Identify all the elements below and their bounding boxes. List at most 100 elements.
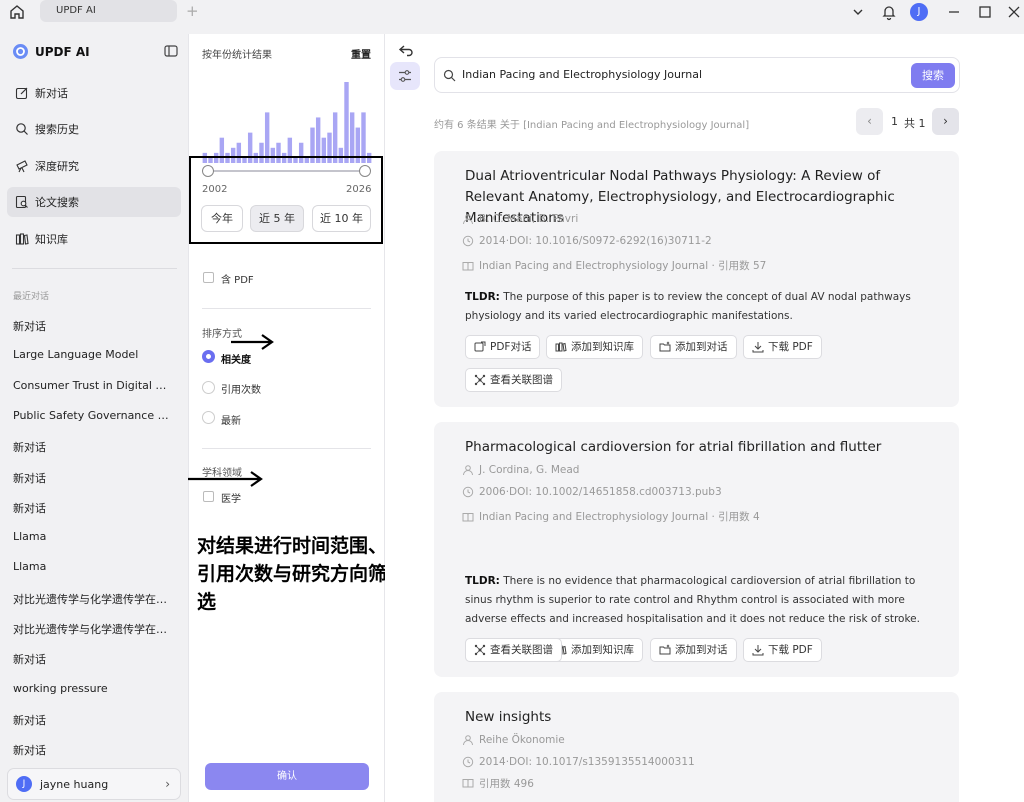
- search-icon: [443, 69, 456, 82]
- sidebar-item-search-history[interactable]: 搜索历史: [7, 114, 181, 144]
- download-icon: [752, 645, 764, 656]
- next-page-button[interactable]: ›: [932, 108, 959, 135]
- paper-title[interactable]: Pharmacological cardioversion for atrial…: [465, 437, 935, 458]
- books-icon: [555, 342, 567, 352]
- folder-plus-icon: [659, 341, 671, 352]
- doi-text: 2014·DOI: 10.1017/s1359135514000311: [479, 756, 695, 768]
- filter-toggle-button[interactable]: [390, 62, 420, 90]
- sidebar-collapse-icon[interactable]: [164, 44, 178, 58]
- search-bar: Indian Pacing and Electrophysiology Jour…: [434, 57, 960, 93]
- tldr-label: TLDR:: [465, 575, 500, 587]
- tab-updf-ai[interactable]: UPDF AI: [40, 0, 177, 22]
- books-icon: [15, 233, 29, 245]
- sort-citations-radio[interactable]: [202, 381, 215, 394]
- user-profile[interactable]: J jayne huang ›: [7, 768, 181, 800]
- journal-text: Indian Pacing and Electrophysiology Jour…: [479, 511, 760, 523]
- confirm-button[interactable]: 确认: [205, 763, 369, 790]
- page-total: 共 1: [904, 117, 926, 130]
- view-graph-button[interactable]: 查看关联图谱: [465, 638, 562, 662]
- download-pdf-button[interactable]: 下载 PDF: [743, 638, 822, 662]
- doi-text: 2006·DOI: 10.1002/14651858.cd003713.pub3: [479, 486, 722, 498]
- sort-newest-radio[interactable]: [202, 411, 215, 424]
- home-icon[interactable]: [8, 3, 26, 21]
- recent-chat-item[interactable]: 新对话: [13, 500, 175, 516]
- pdf-checkbox[interactable]: [203, 272, 214, 283]
- search-input[interactable]: Indian Pacing and Electrophysiology Jour…: [462, 68, 702, 81]
- paper-journal: Indian Pacing and Electrophysiology Jour…: [462, 258, 766, 273]
- bell-icon[interactable]: [880, 3, 898, 21]
- new-tab-icon[interactable]: +: [186, 2, 199, 20]
- download-pdf-button[interactable]: 下载 PDF: [743, 335, 822, 359]
- prev-page-button[interactable]: ‹: [856, 108, 883, 135]
- brand: UPDF AI: [12, 43, 90, 60]
- sort-citations-label: 引用次数: [221, 385, 261, 396]
- field-medicine-checkbox[interactable]: [203, 491, 214, 502]
- recent-chat-item[interactable]: Large Language Model: [13, 348, 175, 361]
- recent-chat-item[interactable]: Llama: [13, 560, 175, 573]
- recent-chat-item[interactable]: Public Safety Governance an...: [13, 409, 175, 422]
- paper-card[interactable]: Dual Atrioventricular Nodal Pathways Phy…: [434, 151, 959, 407]
- sidebar-item-paper-search[interactable]: 论文搜索: [7, 187, 181, 217]
- field-medicine-label: 医学: [221, 494, 241, 505]
- title-bar: UPDF AI + J: [0, 0, 1024, 24]
- paper-doi: 2014·DOI: 10.1017/s1359135514000311: [462, 756, 695, 768]
- recent-chat-item[interactable]: 对比光遗传学与化学遗传学在啮...: [13, 591, 175, 607]
- main-content: Indian Pacing and Electrophysiology Jour…: [385, 34, 1024, 802]
- search-icon: [16, 123, 28, 135]
- paper-card[interactable]: New insights Reihe Ökonomie 2014·DOI: 10…: [434, 692, 959, 802]
- add-to-chat-button[interactable]: 添加到对话: [650, 335, 737, 359]
- authors-text: B. C. Mani, B. Pavri: [479, 213, 579, 225]
- close-icon[interactable]: [1005, 3, 1023, 21]
- page-current: 1: [891, 115, 898, 128]
- download-icon: [752, 342, 764, 353]
- person-icon: [463, 465, 473, 476]
- paper-doi: 2006·DOI: 10.1002/14651858.cd003713.pub3: [462, 486, 722, 498]
- avatar[interactable]: J: [910, 3, 928, 21]
- document-search-icon: [15, 195, 28, 209]
- sort-relevance-label: 相关度: [221, 355, 251, 366]
- sidebar: UPDF AI 新对话 搜索历史 深度研究 论文搜索 知识库 最近对话 新对话 …: [0, 24, 188, 802]
- recent-chat-item[interactable]: 新对话: [13, 651, 175, 667]
- recent-chat-item[interactable]: 新对话: [13, 712, 175, 728]
- recent-chat-item[interactable]: Consumer Trust in Digital Ma...: [13, 379, 175, 392]
- search-button[interactable]: 搜索: [911, 63, 955, 88]
- add-to-knowledge-base-button[interactable]: 添加到知识库: [546, 335, 643, 359]
- sidebar-item-label: 知识库: [35, 233, 68, 246]
- updf-logo-icon: [13, 44, 28, 59]
- journal-text: Indian Pacing and Electrophysiology Jour…: [479, 260, 767, 272]
- chevron-down-icon[interactable]: [849, 3, 867, 21]
- sliders-icon: [399, 70, 411, 82]
- action-label: 添加到对话: [675, 644, 728, 656]
- view-graph-button[interactable]: 查看关联图谱: [465, 368, 562, 392]
- add-to-chat-button[interactable]: 添加到对话: [650, 638, 737, 662]
- paper-journal: Indian Pacing and Electrophysiology Jour…: [462, 509, 760, 524]
- recent-label: 最近对话: [13, 292, 50, 302]
- sidebar-item-knowledge-base[interactable]: 知识库: [7, 224, 181, 254]
- back-icon[interactable]: [398, 42, 414, 58]
- filter-divider: [202, 448, 371, 449]
- recent-chat-item[interactable]: 新对话: [13, 318, 175, 334]
- recent-chat-item[interactable]: 新对话: [13, 470, 175, 486]
- action-label: 查看关联图谱: [490, 374, 553, 386]
- book-icon: [462, 261, 474, 270]
- sidebar-item-deep-research[interactable]: 深度研究: [7, 151, 181, 181]
- recent-chat-item[interactable]: Llama: [13, 530, 175, 543]
- sidebar-item-label: 搜索历史: [35, 123, 79, 136]
- pdf-chat-button[interactable]: PDF对话: [465, 335, 541, 359]
- recent-chat-item[interactable]: working pressure: [13, 682, 175, 695]
- recent-chat-item[interactable]: 新对话: [13, 439, 175, 455]
- journal-text: 引用数 496: [479, 778, 534, 788]
- paper-tldr: TLDR: The purpose of this paper is to re…: [465, 288, 935, 326]
- clock-icon: [462, 756, 474, 768]
- recent-chat-item[interactable]: 对比光遗传学与化学遗传学在啮...: [13, 621, 175, 637]
- paper-title[interactable]: New insights: [465, 707, 935, 728]
- histogram-bar: [344, 82, 349, 163]
- action-label: PDF对话: [490, 341, 532, 353]
- minimize-icon[interactable]: [945, 3, 963, 21]
- sidebar-item-new-chat[interactable]: 新对话: [7, 78, 181, 108]
- maximize-icon[interactable]: [976, 3, 994, 21]
- paper-journal: 引用数 496: [462, 778, 534, 788]
- recent-chat-item[interactable]: 新对话: [13, 742, 175, 758]
- sort-relevance-radio[interactable]: [202, 350, 215, 363]
- reset-button[interactable]: 重置: [351, 46, 371, 61]
